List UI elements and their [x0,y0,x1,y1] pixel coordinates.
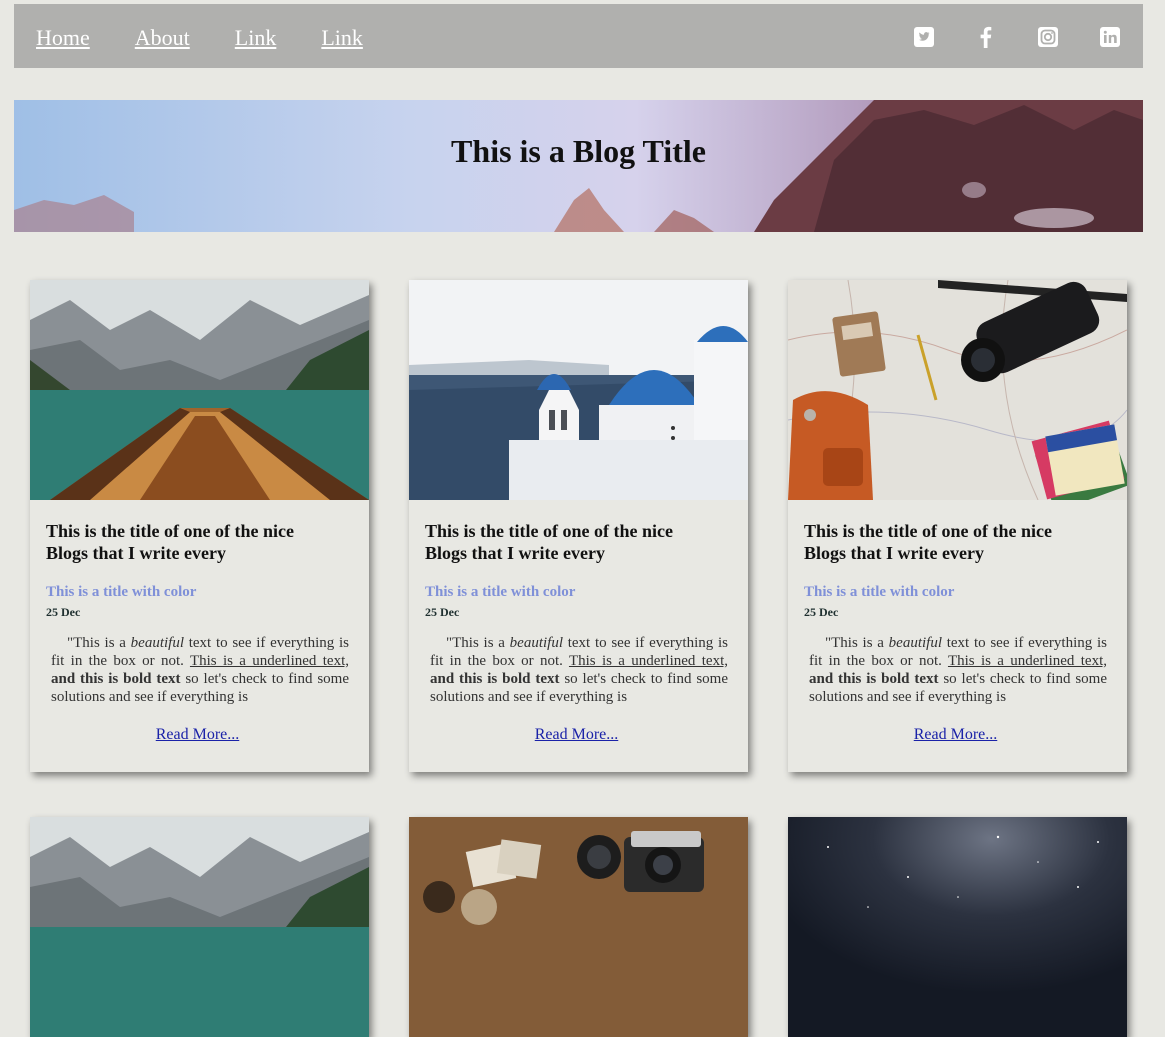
card-subtitle: This is a title with color [425,584,576,600]
card-title: This is the title of one of the nice Blo… [425,521,673,563]
twitter-icon[interactable] [913,26,935,48]
card-excerpt: "This is a beautiful text to see if ever… [809,635,1107,705]
card-subtitle: This is a title with color [46,584,197,600]
santorini-church-image [409,280,748,500]
read-more-link[interactable]: Read More... [804,726,1107,772]
card-date: 25 Dec [425,605,460,619]
card-title: This is the title of one of the nice Blo… [46,521,294,563]
nav-link-1[interactable]: Link [235,24,277,52]
nav-link-home[interactable]: Home [36,24,90,52]
blog-card: This is the title of one of the nice Blo… [788,280,1127,772]
card-date: 25 Dec [46,605,81,619]
social-links [913,26,1121,48]
nav-links: Home About Link Link [36,24,363,52]
read-more-link[interactable]: Read More... [425,726,728,772]
nav-link-2[interactable]: Link [321,24,363,52]
blog-card [788,817,1127,1037]
blog-title: This is a Blog Title [451,133,706,169]
mountain-lake-boat-image [30,280,369,500]
card-date: 25 Dec [804,605,839,619]
blog-card: This is the title of one of the nice Blo… [30,280,369,772]
facebook-icon[interactable] [975,26,997,48]
hero-banner: This is a Blog Title [14,100,1143,232]
card-subtitle: This is a title with color [804,584,955,600]
mountain-lake-image [30,817,369,1037]
card-excerpt: "This is a beautiful text to see if ever… [430,635,728,705]
travel-map-camera-image [788,280,1127,500]
navbar: Home About Link Link [14,4,1143,68]
blog-card [409,817,748,1037]
card-excerpt: "This is a beautiful text to see if ever… [51,635,349,705]
nav-link-about[interactable]: About [135,24,190,52]
vintage-camera-map-image [409,817,748,1037]
blog-card: This is the title of one of the nice Blo… [409,280,748,772]
starry-night-sky-image [788,817,1127,1037]
read-more-link[interactable]: Read More... [46,726,349,772]
blog-card [30,817,369,1037]
instagram-icon[interactable] [1037,26,1059,48]
card-title: This is the title of one of the nice Blo… [804,521,1052,563]
linkedin-icon[interactable] [1099,26,1121,48]
